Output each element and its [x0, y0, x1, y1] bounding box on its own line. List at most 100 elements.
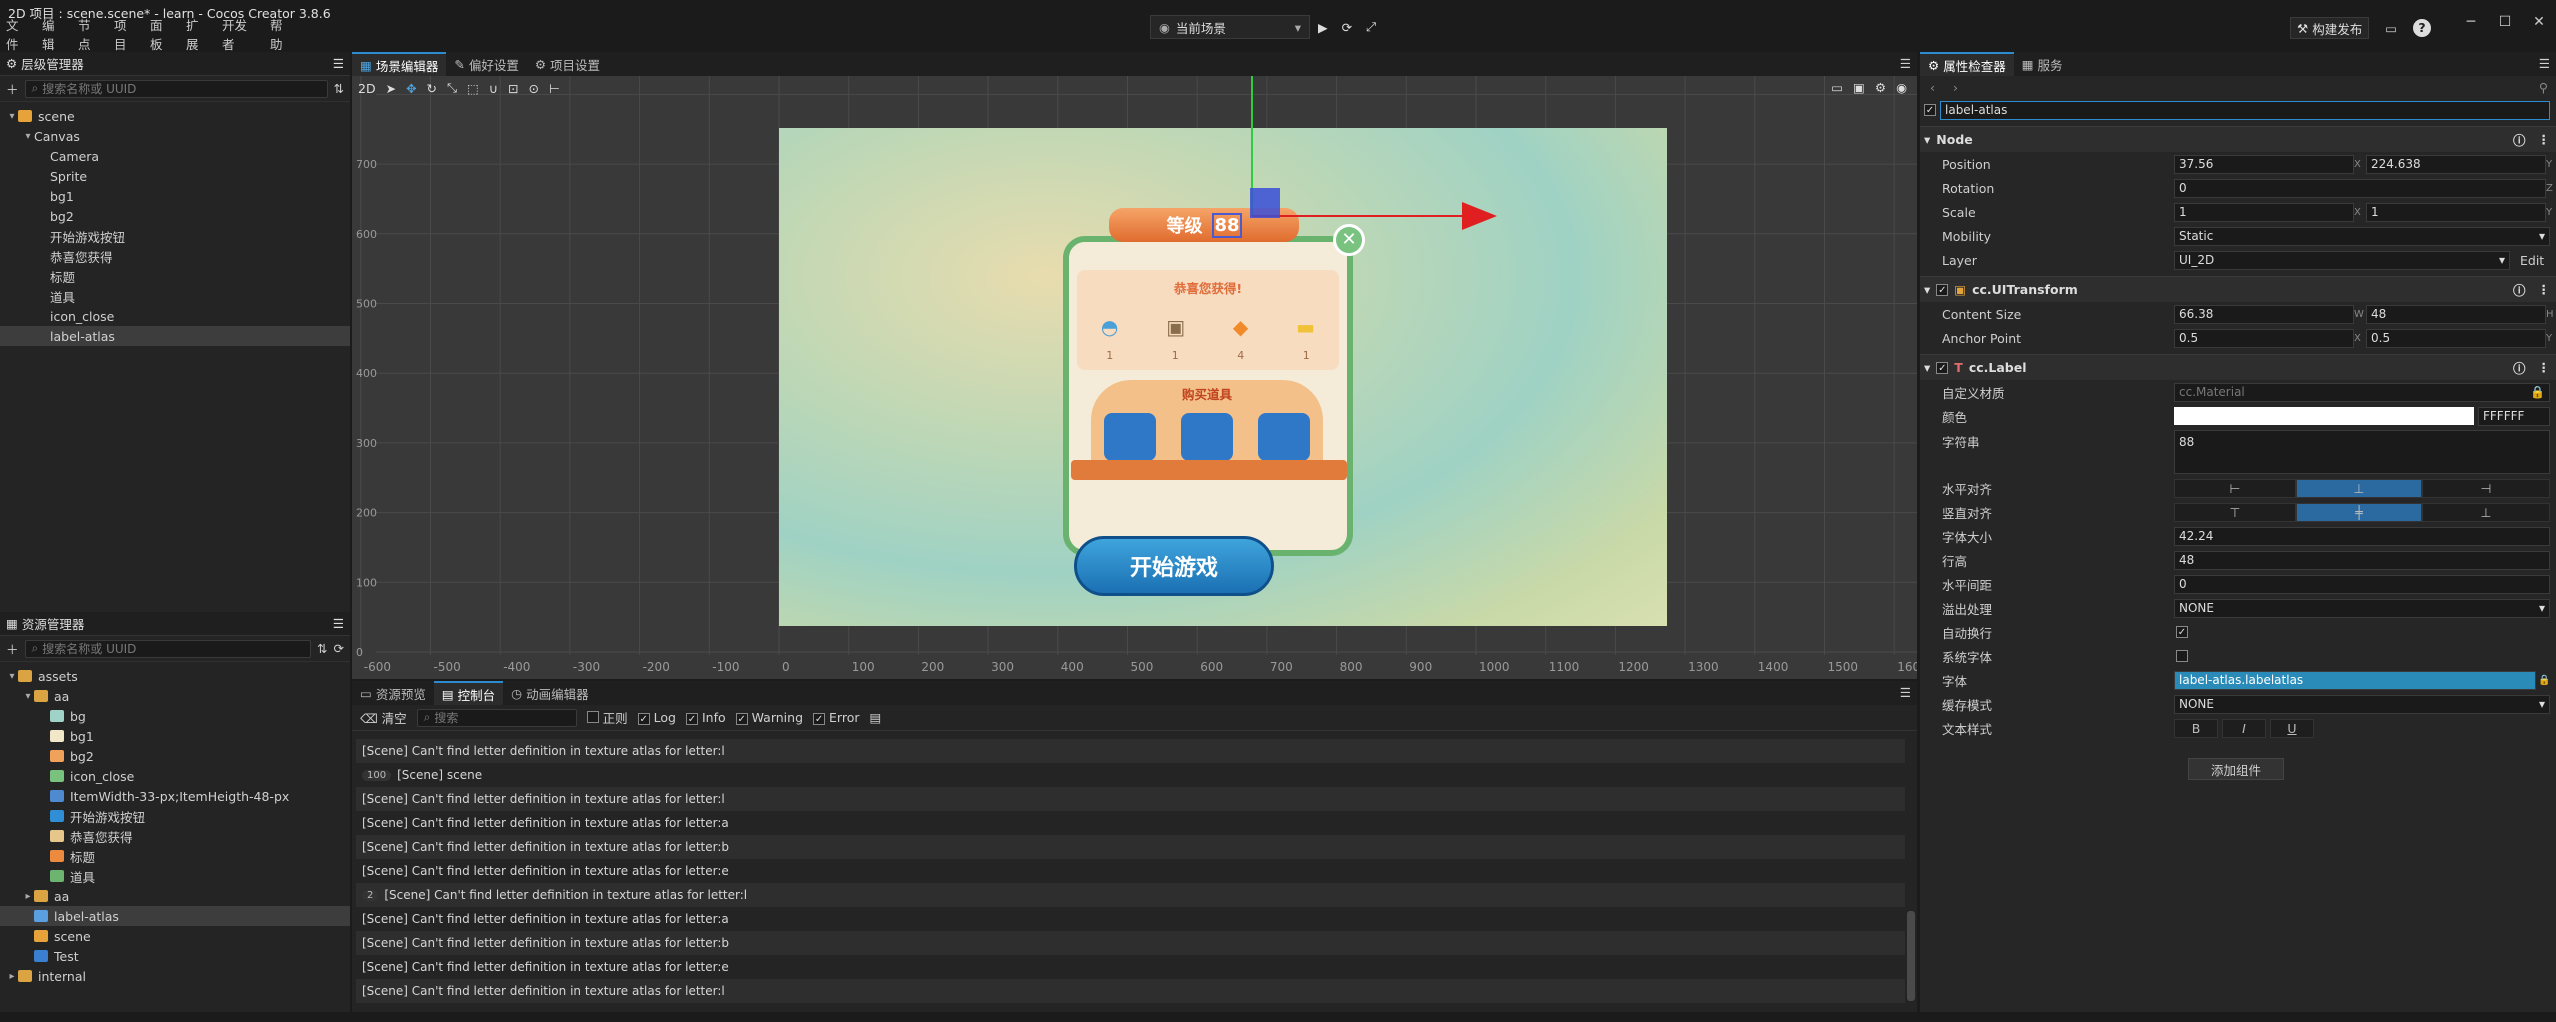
info-checkbox[interactable]: ✓ Info: [685, 710, 726, 725]
regex-checkbox[interactable]: 正则: [586, 708, 628, 727]
position-y-input[interactable]: 224.638: [2366, 154, 2546, 174]
hierarchy-item[interactable]: 恭喜您获得: [0, 246, 350, 266]
hierarchy-item[interactable]: icon_close: [0, 306, 350, 326]
shop-item-ball[interactable]: [1103, 413, 1156, 461]
menu-node[interactable]: 节点: [78, 15, 102, 53]
shop-item-wand[interactable]: [1258, 413, 1311, 461]
chevron-icon[interactable]: ▾: [22, 131, 34, 142]
bold-button[interactable]: B: [2174, 718, 2218, 738]
tab-scene-editor[interactable]: ▦ 场景编辑器: [352, 52, 447, 76]
chevron-icon[interactable]: ▸: [22, 891, 34, 902]
camera-icon[interactable]: ◉: [1896, 80, 1907, 95]
magnet-icon[interactable]: ∪: [489, 81, 498, 96]
node-section-header[interactable]: ▾ Node ⓘ ⋮: [1920, 126, 2556, 152]
log-row[interactable]: [Scene] Can't find letter definition in …: [356, 907, 1905, 931]
hierarchy-item[interactable]: bg2: [0, 206, 350, 226]
refresh-icon[interactable]: ⟳: [1342, 20, 1352, 35]
close-icon[interactable]: ✕: [2522, 14, 2556, 30]
log-row[interactable]: [Scene] Can't find letter definition in …: [356, 835, 1905, 859]
pin-icon[interactable]: ⚲: [2539, 80, 2548, 95]
log-row[interactable]: 2 [Scene] Can't find letter definition in…: [356, 883, 1905, 907]
assets-item[interactable]: label-atlas: [0, 906, 350, 926]
hierarchy-search-input[interactable]: ⌕ 搜索名称或 UUID: [24, 79, 328, 98]
tab-project-settings[interactable]: ⚙ 项目设置: [527, 52, 608, 76]
reward-dialog[interactable]: 恭喜您获得! ◓ ▣ ◆ ▬ 1 1 4 1 购买道具: [1063, 236, 1353, 556]
pivot-icon[interactable]: ⊡: [508, 81, 518, 96]
assets-item[interactable]: 道具: [0, 866, 350, 886]
log-row[interactable]: [Scene] Can't find letter definition in …: [356, 955, 1905, 979]
assets-item[interactable]: bg: [0, 706, 350, 726]
log-row[interactable]: [Scene] Can't find letter definition in …: [356, 739, 1905, 763]
overflow-select[interactable]: NONE ▾: [2174, 598, 2550, 618]
color-swatch[interactable]: [2174, 407, 2474, 425]
cache-select[interactable]: NONE ▾: [2174, 694, 2550, 714]
close-button[interactable]: ✕: [1333, 224, 1365, 256]
tab-animation-editor[interactable]: ◷ 动画编辑器: [503, 681, 596, 705]
wrap-checkbox[interactable]: ✓: [2176, 626, 2188, 638]
menu-icon[interactable]: ☰: [333, 56, 344, 71]
image-icon[interactable]: ▣: [1853, 80, 1865, 95]
build-button[interactable]: ⚒ 构建发布: [2290, 17, 2370, 39]
align-middle-button[interactable]: ╪: [2296, 502, 2422, 522]
spacing-input[interactable]: 0: [2174, 574, 2550, 594]
uitransform-section-header[interactable]: ▾ ✓ ▣ cc.UITransform ⓘ ⋮: [1920, 276, 2556, 302]
menu-icon[interactable]: ☰: [1900, 52, 1911, 76]
help-icon[interactable]: ⓘ: [2513, 280, 2526, 299]
scene-select[interactable]: ◉ 当前场景 ▾: [1150, 15, 1310, 39]
add-component-button[interactable]: 添加组件: [2188, 758, 2284, 780]
fontsize-input[interactable]: 42.24: [2174, 526, 2550, 546]
error-checkbox[interactable]: ✓ Error: [813, 710, 859, 725]
log-row[interactable]: [Scene] Can't find letter definition in …: [356, 811, 1905, 835]
font-asset-field[interactable]: label-atlas.labelatlas: [2174, 670, 2536, 690]
align-bottom-button[interactable]: ⊥: [2422, 502, 2550, 522]
console-search-input[interactable]: ⌕ 搜索: [416, 708, 577, 727]
anchor-x-input[interactable]: 0.5: [2174, 328, 2354, 348]
assets-item[interactable]: ▾ aa: [0, 686, 350, 706]
check-icon[interactable]: ✓: [1936, 361, 1949, 374]
mobility-select[interactable]: Static ▾: [2174, 226, 2550, 246]
help-icon[interactable]: ⓘ: [2513, 358, 2526, 377]
back-icon[interactable]: ‹: [1930, 80, 1935, 95]
underline-button[interactable]: U: [2270, 718, 2314, 738]
menu-icon[interactable]: ☰: [333, 616, 344, 631]
hierarchy-item[interactable]: ▾ Canvas: [0, 126, 350, 146]
rotation-input[interactable]: 0: [2174, 178, 2546, 198]
assets-item[interactable]: 恭喜您获得: [0, 826, 350, 846]
hierarchy-item[interactable]: 开始游戏按钮: [0, 226, 350, 246]
assets-item[interactable]: ▸ internal: [0, 966, 350, 986]
sysfont-checkbox[interactable]: [2176, 650, 2188, 662]
menu-edit[interactable]: 编辑: [42, 15, 66, 53]
forward-icon[interactable]: ›: [1953, 80, 1958, 95]
align-center-button[interactable]: ⊥: [2296, 478, 2422, 498]
tab-services[interactable]: ▦ 服务: [2014, 52, 2071, 76]
chevron-icon[interactable]: ▾: [22, 691, 34, 702]
node-name-input[interactable]: label-atlas: [1940, 100, 2550, 120]
more-icon[interactable]: ⋮: [2538, 132, 2551, 147]
assets-item[interactable]: 标题: [0, 846, 350, 866]
hierarchy-item[interactable]: 标题: [0, 266, 350, 286]
game-canvas[interactable]: 恭喜您获得! ◓ ▣ ◆ ▬ 1 1 4 1 购买道具 等级 88 ✕ 开始游戏: [779, 128, 1667, 626]
label-section-header[interactable]: ▾ ✓ T cc.Label ⓘ ⋮: [1920, 354, 2556, 380]
play-icon[interactable]: ▶: [1318, 20, 1328, 35]
tab-preferences[interactable]: ✎ 偏好设置: [446, 52, 527, 76]
scale-tool-icon[interactable]: ⤡: [447, 80, 457, 96]
assets-item[interactable]: ▸ aa: [0, 886, 350, 906]
string-textarea[interactable]: 88: [2174, 430, 2550, 474]
clear-button[interactable]: ⌫ 清空: [360, 708, 407, 727]
hierarchy-item[interactable]: label-atlas: [0, 326, 350, 346]
help-icon[interactable]: ⓘ: [2513, 130, 2526, 149]
anchor-y-input[interactable]: 0.5: [2366, 328, 2546, 348]
align-icon[interactable]: ⊢: [549, 81, 560, 96]
menu-help[interactable]: 帮助: [270, 15, 294, 53]
sort-icon[interactable]: ⇅: [317, 641, 327, 656]
hierarchy-item[interactable]: 道具: [0, 286, 350, 306]
maximize-icon[interactable]: ☐: [2488, 14, 2522, 30]
height-input[interactable]: 48: [2366, 304, 2546, 324]
tab-console[interactable]: ▤ 控制台: [433, 681, 504, 705]
assets-item[interactable]: Test: [0, 946, 350, 966]
assets-search-input[interactable]: ⌕ 搜索名称或 UUID: [24, 639, 312, 658]
chevron-icon[interactable]: ▾: [6, 111, 18, 122]
width-input[interactable]: 66.38: [2174, 304, 2354, 324]
gear-icon[interactable]: ⚙: [1875, 80, 1886, 95]
assets-item[interactable]: bg1: [0, 726, 350, 746]
